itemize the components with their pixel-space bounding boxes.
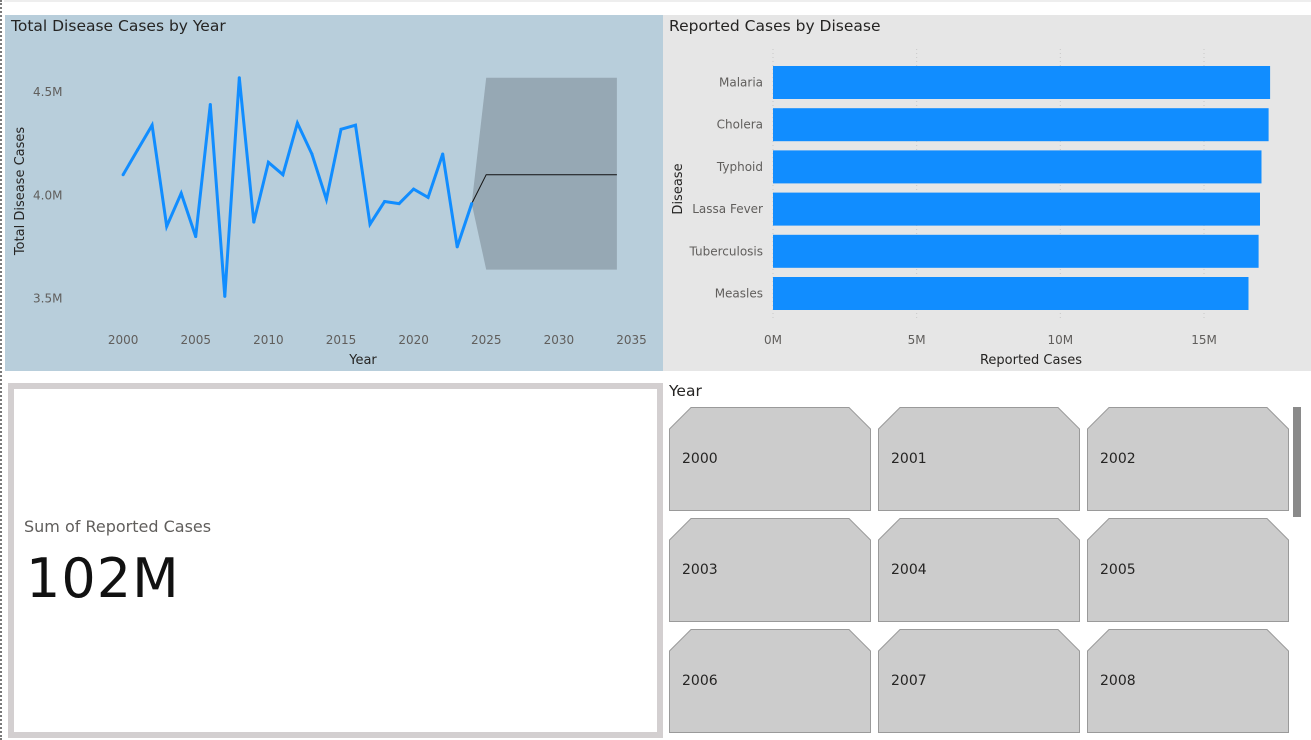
line-chart-svg: 2000 2005 2010 2015 2020 2025 2030 2035 3.5M 4.0M… <box>13 76 647 368</box>
card-label: Sum of Reported Cases <box>24 517 212 536</box>
x-tick-label: 10M <box>1048 333 1074 347</box>
data-point[interactable] <box>397 202 401 206</box>
year-tile[interactable]: 2004 <box>878 518 1080 622</box>
data-point[interactable] <box>179 191 183 195</box>
year-tile[interactable]: 2001 <box>878 407 1080 511</box>
category-label: Malaria <box>719 76 763 90</box>
tile-label: 2008 <box>1100 673 1136 689</box>
category-label: Lassa Fever <box>692 202 763 216</box>
data-point[interactable] <box>208 103 212 106</box>
data-point[interactable] <box>237 76 241 80</box>
data-point[interactable] <box>383 200 387 203</box>
x-tick-label: 2030 <box>544 333 575 347</box>
data-point[interactable] <box>455 245 459 249</box>
data-point[interactable] <box>368 222 372 226</box>
data-point[interactable] <box>281 173 285 177</box>
x-tick-label: 0M <box>764 333 782 347</box>
y-tick-label: 3.5M <box>33 291 62 305</box>
kpi-card[interactable]: Sum of Reported Cases 102M <box>8 383 663 738</box>
year-tile[interactable]: 2003 <box>669 518 871 622</box>
x-tick-label: 2035 <box>616 333 647 347</box>
data-point[interactable] <box>223 294 227 298</box>
tile-label: 2007 <box>891 673 927 689</box>
x-axis-title: Year <box>348 353 377 368</box>
tile-label: 2003 <box>682 562 718 578</box>
data-point[interactable] <box>165 224 169 228</box>
slicer-header: Year <box>669 382 702 400</box>
series-layer <box>121 76 474 298</box>
y-tick-label: 4.0M <box>33 188 62 202</box>
card-value: 102M <box>26 547 180 610</box>
x-tick-label: 2015 <box>326 333 357 347</box>
bar[interactable] <box>773 150 1262 184</box>
year-slicer[interactable]: Year 2000 2001 2002 2003 2004 2005 2006 2007 200… <box>663 378 1311 740</box>
data-point[interactable] <box>441 152 445 156</box>
year-tile[interactable]: 2007 <box>878 629 1080 733</box>
year-tile[interactable]: 2008 <box>1087 629 1289 733</box>
x-axis-title: Reported Cases <box>980 353 1082 368</box>
line-chart-visual[interactable]: Total Disease Cases by Year 2000 2005 2010… <box>5 15 663 371</box>
bar[interactable] <box>773 234 1259 268</box>
data-point[interactable] <box>470 202 474 206</box>
bar[interactable] <box>773 192 1260 226</box>
tile-label: 2001 <box>891 451 927 467</box>
category-label: Measles <box>715 287 763 301</box>
x-tick-label: 5M <box>908 333 926 347</box>
data-point[interactable] <box>194 235 198 239</box>
year-tile[interactable]: 2002 <box>1087 407 1289 511</box>
tile-label: 2006 <box>682 673 718 689</box>
x-tick-label: 2020 <box>398 333 429 347</box>
year-tile[interactable]: 2000 <box>669 407 871 511</box>
bar-chart-visual[interactable]: Reported Cases by Disease 0M 5M 10M 15M Mala… <box>663 15 1311 371</box>
page-top-rule <box>4 0 1311 2</box>
bar[interactable] <box>773 66 1271 99</box>
year-tile[interactable]: 2006 <box>669 629 871 733</box>
y-axis-title: Disease <box>671 163 686 214</box>
page-left-border <box>0 0 3 740</box>
category-label: Tuberculosis <box>689 244 764 258</box>
data-point[interactable] <box>354 123 357 127</box>
data-point[interactable] <box>252 220 256 224</box>
x-tick-label: 2000 <box>108 333 139 347</box>
bar[interactable] <box>773 277 1249 310</box>
tile-label: 2000 <box>682 451 718 467</box>
bar[interactable] <box>773 108 1269 142</box>
y-axis-title: Total Disease Cases <box>13 127 28 257</box>
y-tick-label: 4.5M <box>33 85 62 99</box>
x-tick-label: 2010 <box>253 333 284 347</box>
slicer-scrollbar[interactable] <box>1293 407 1301 517</box>
x-tick-label: 2005 <box>180 333 211 347</box>
x-tick-label: 15M <box>1191 333 1217 347</box>
bar-chart-svg: 0M 5M 10M 15M Malaria Cholera Typhoid Lassa Fev… <box>671 49 1271 368</box>
data-point[interactable] <box>412 187 416 191</box>
forecast-layer <box>471 77 617 270</box>
data-point[interactable] <box>339 127 343 131</box>
tile-label: 2002 <box>1100 451 1136 467</box>
data-point[interactable] <box>426 195 430 199</box>
bar-marks-layer <box>773 66 1271 310</box>
data-point[interactable] <box>136 148 140 152</box>
series-line[interactable] <box>121 77 474 297</box>
data-point[interactable] <box>266 160 270 164</box>
data-point[interactable] <box>150 123 154 127</box>
x-tick-label: 2025 <box>471 333 502 347</box>
data-point[interactable] <box>310 152 314 156</box>
category-label: Cholera <box>717 118 763 132</box>
category-label: Typhoid <box>716 160 763 174</box>
data-point[interactable] <box>324 197 328 201</box>
forecast-band <box>471 77 617 270</box>
data-point[interactable] <box>121 173 125 177</box>
year-tile[interactable]: 2005 <box>1087 518 1289 622</box>
data-point[interactable] <box>295 121 299 125</box>
tile-label: 2004 <box>891 562 927 578</box>
tile-label: 2005 <box>1100 562 1136 578</box>
